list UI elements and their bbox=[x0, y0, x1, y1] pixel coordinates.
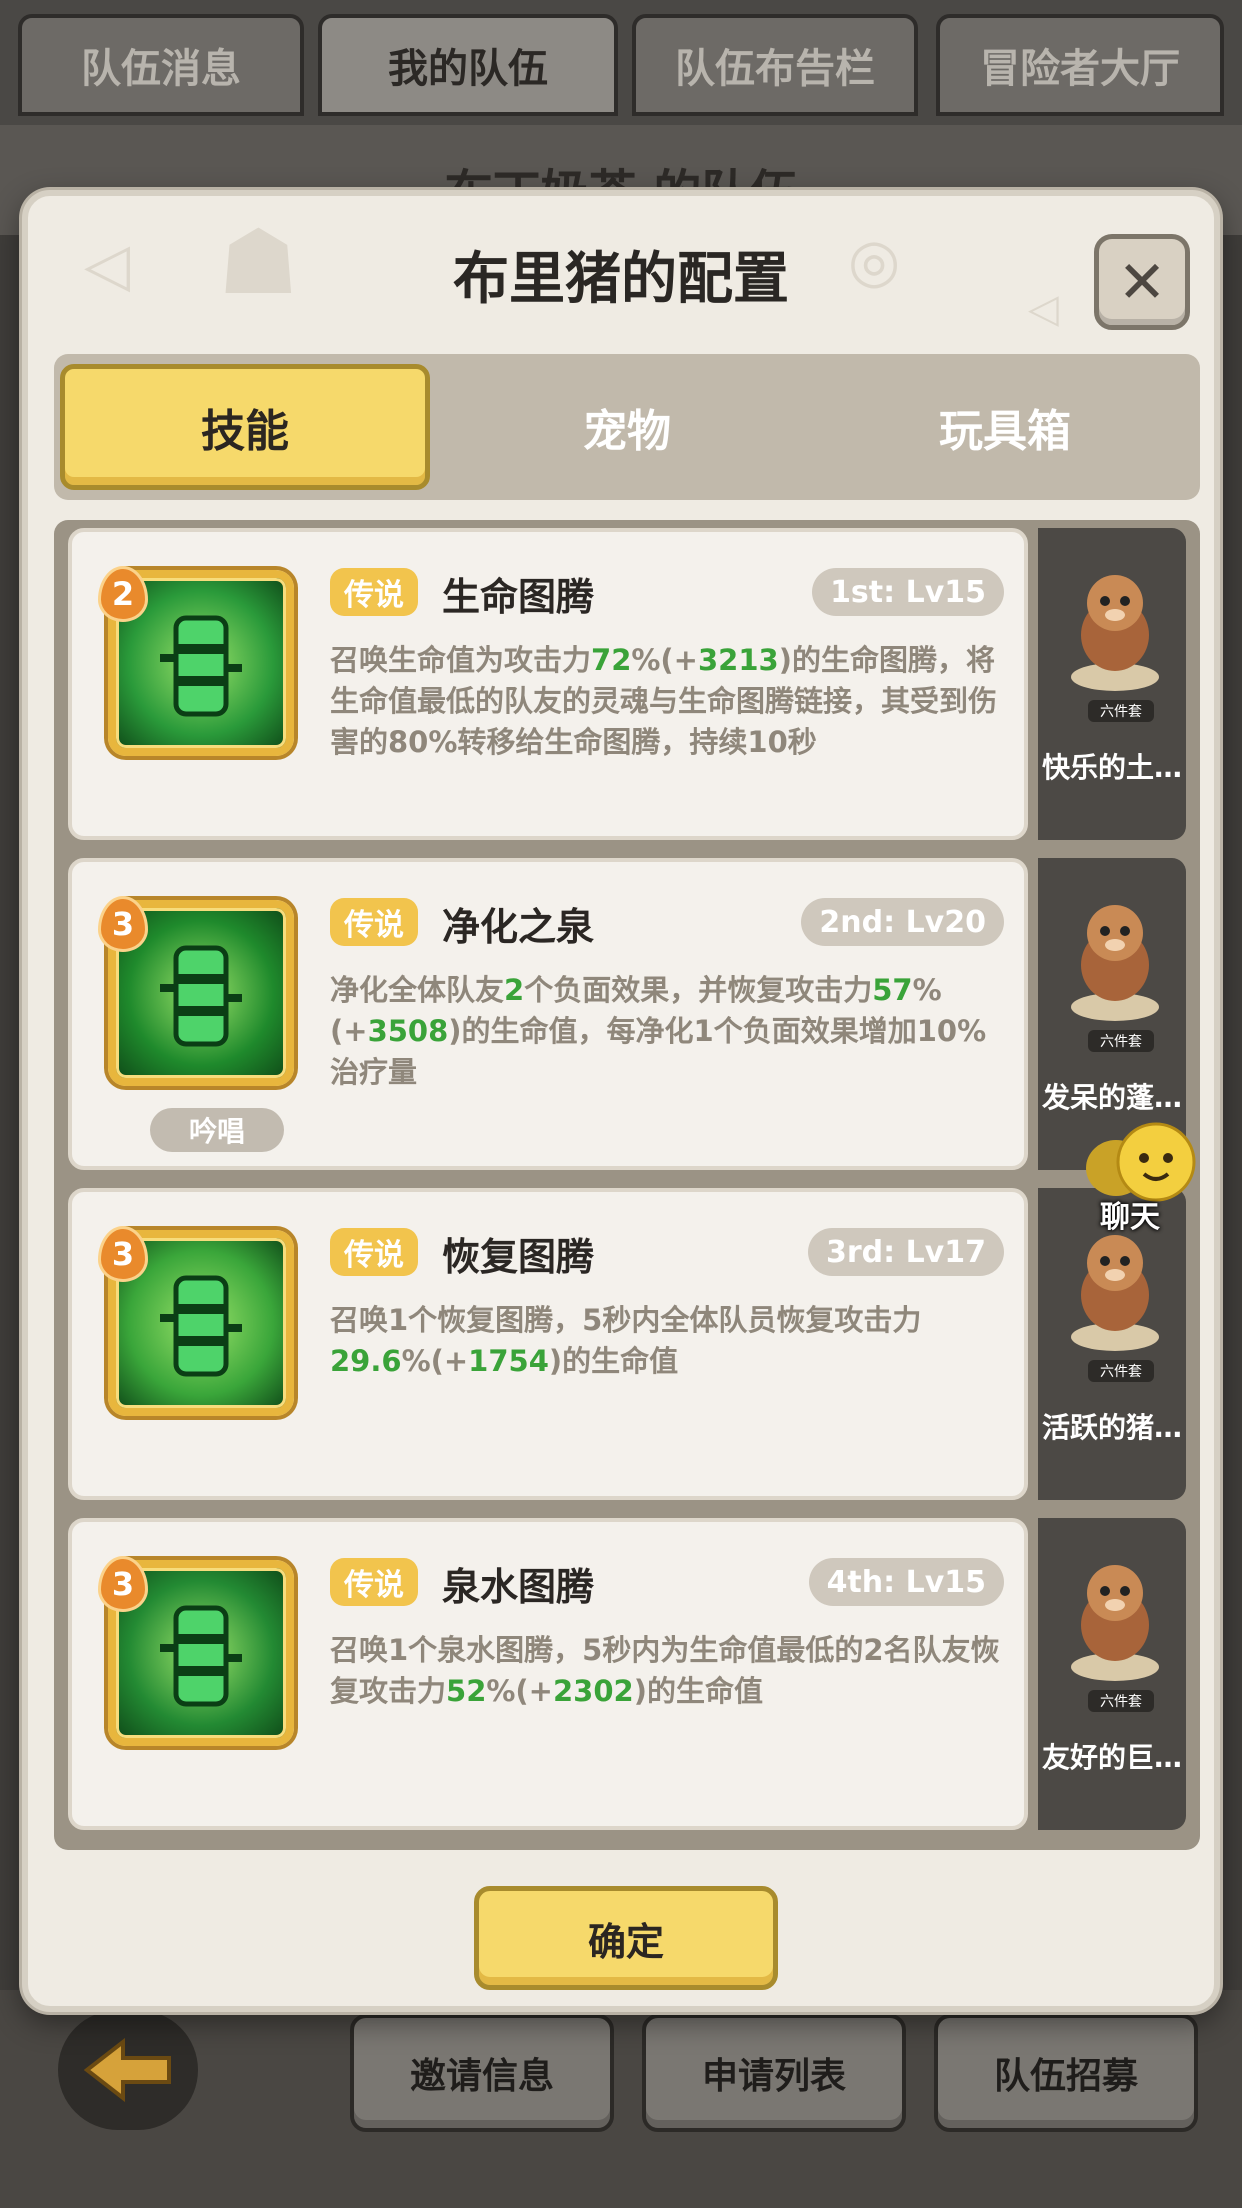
tab-toybox[interactable]: 玩具箱 bbox=[820, 364, 1190, 490]
pet-set-tag: 六件套 bbox=[1088, 1690, 1154, 1712]
application-list-button[interactable]: 申请列表 bbox=[642, 2014, 906, 2132]
skill-slot-level: 3rd: Lv17 bbox=[807, 1228, 1004, 1276]
pet-avatar bbox=[1060, 1540, 1170, 1690]
confirm-button[interactable]: 确定 bbox=[474, 1886, 778, 1990]
pet-name: 活跃的猪… bbox=[1041, 1411, 1182, 1444]
skill-card[interactable]: 3 传说 泉水图腾 4th: Lv15 召唤1个泉水图腾，5秒内为生命值最低的2名队友恢… bbox=[68, 1518, 1028, 1830]
close-icon: ✕ bbox=[1117, 248, 1167, 316]
chat-label[interactable]: 聊天 bbox=[1100, 1192, 1160, 1236]
skill-name: 生命图腾 bbox=[442, 575, 595, 619]
pet-slot[interactable]: 六件套快乐的土… bbox=[1038, 528, 1186, 840]
rarity-badge: 传说 bbox=[330, 898, 418, 946]
skill-card[interactable]: 2 传说 生命图腾 1st: Lv15 召唤生命值为攻击力72%(+3213)的生命图腾… bbox=[68, 528, 1028, 840]
chant-badge: 吟唱 bbox=[150, 1108, 284, 1152]
skill-list: 2 传说 生命图腾 1st: Lv15 召唤生命值为攻击力72%(+3213)的生命图腾… bbox=[54, 520, 1200, 1850]
skill-description: 召唤生命值为攻击力72%(+3213)的生命图腾，将生命值最低的队友的灵魂与生命… bbox=[330, 643, 998, 759]
back-arrow-icon bbox=[83, 2038, 171, 2102]
team-recruit-button[interactable]: 队伍招募 bbox=[934, 2014, 1198, 2132]
pet-name: 发呆的蓬… bbox=[1041, 1081, 1182, 1114]
tab-skills[interactable]: 技能 bbox=[60, 364, 430, 490]
skill-slot-level: 2nd: Lv20 bbox=[801, 898, 1004, 946]
pet-set-tag: 六件套 bbox=[1088, 700, 1154, 722]
rarity-badge: 传说 bbox=[330, 1558, 418, 1606]
skill-slot-level: 1st: Lv15 bbox=[812, 568, 1004, 616]
skill-name: 泉水图腾 bbox=[442, 1565, 595, 1609]
tab-pets[interactable]: 宠物 bbox=[442, 364, 812, 490]
rarity-badge: 传说 bbox=[330, 1228, 418, 1276]
skill-description: 净化全体队友2个负面效果，并恢复攻击力57%(+3508)的生命值，每净化1个负… bbox=[330, 973, 987, 1089]
skill-card[interactable]: 3 吟唱 传说 净化之泉 2nd: Lv20 净化全体队友2个负面效果，并恢复攻击力57%… bbox=[68, 858, 1028, 1170]
invite-info-button[interactable]: 邀请信息 bbox=[350, 2014, 614, 2132]
pet-set-tag: 六件套 bbox=[1088, 1030, 1154, 1052]
skill-name: 恢复图腾 bbox=[442, 1235, 595, 1279]
config-tab-bar: 技能 宠物 玩具箱 bbox=[54, 354, 1200, 500]
tab-team-board[interactable]: 队伍布告栏 bbox=[632, 14, 918, 116]
pet-set-tag: 六件套 bbox=[1088, 1360, 1154, 1382]
skill-card[interactable]: 3 传说 恢复图腾 3rd: Lv17 召唤1个恢复图腾，5秒内全体队员恢复攻击力29.… bbox=[68, 1188, 1028, 1500]
pet-avatar bbox=[1060, 880, 1170, 1030]
back-button[interactable] bbox=[58, 2010, 198, 2130]
skill-name: 净化之泉 bbox=[442, 905, 595, 949]
skill-description: 召唤1个恢复图腾，5秒内全体队员恢复攻击力29.6%(+1754)的生命值 bbox=[330, 1303, 922, 1378]
pet-name: 快乐的土… bbox=[1041, 751, 1182, 784]
pet-slot[interactable]: 六件套友好的巨… bbox=[1038, 1518, 1186, 1830]
config-modal: ◁ ☗ ◎ ◁ 布里猪的配置 ✕ 技能 宠物 玩具箱 2 传说 生命图腾 1st: L… bbox=[22, 190, 1220, 2012]
pet-avatar bbox=[1060, 550, 1170, 700]
skill-slot-level: 4th: Lv15 bbox=[808, 1558, 1004, 1606]
close-button[interactable]: ✕ bbox=[1094, 234, 1190, 330]
tab-team-messages[interactable]: 队伍消息 bbox=[18, 14, 304, 116]
pet-name: 友好的巨… bbox=[1041, 1741, 1182, 1774]
rarity-badge: 传说 bbox=[330, 568, 418, 616]
modal-title: 布里猪的配置 bbox=[453, 247, 789, 312]
skill-description: 召唤1个泉水图腾，5秒内为生命值最低的2名队友恢复攻击力52%(+2302)的生… bbox=[330, 1633, 1000, 1708]
top-tab-bar: 队伍消息 我的队伍 队伍布告栏 冒险者大厅 bbox=[0, 0, 1242, 125]
tab-my-team[interactable]: 我的队伍 bbox=[318, 14, 618, 116]
tab-adventurer-hall[interactable]: 冒险者大厅 bbox=[936, 14, 1224, 116]
